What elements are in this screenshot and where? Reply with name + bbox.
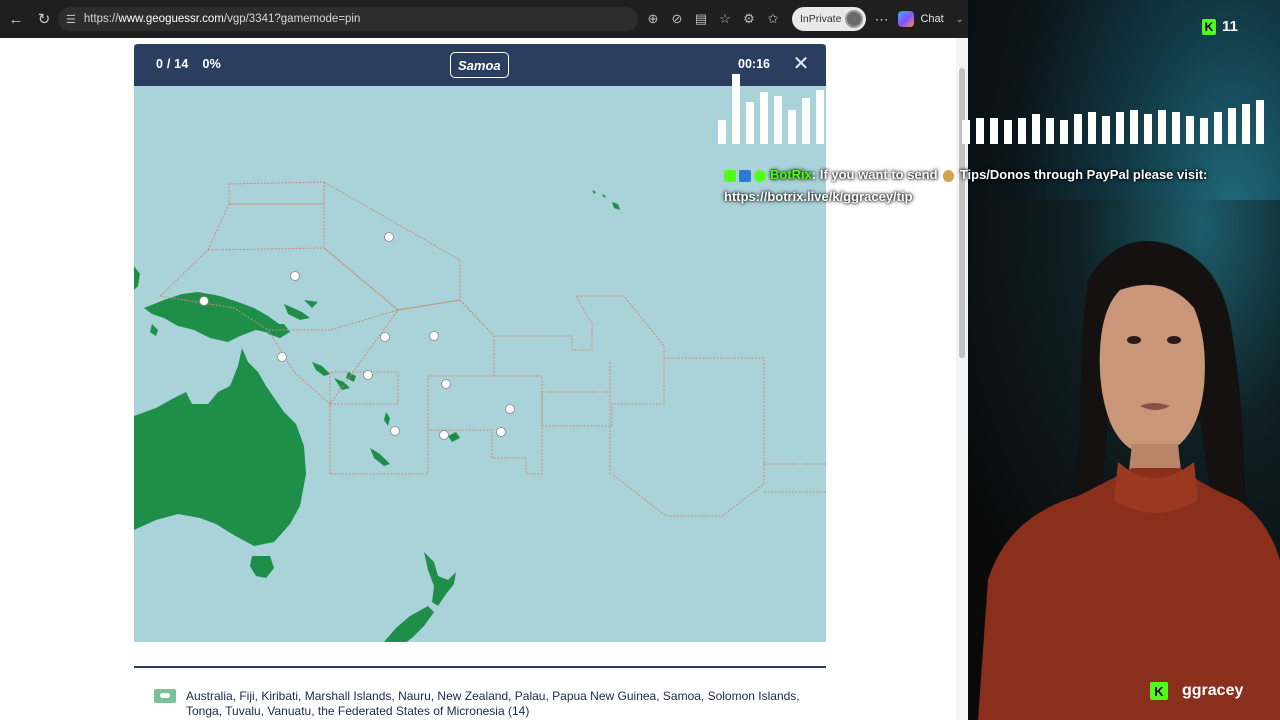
address-bar[interactable]: ☰ https://www.geoguessr.com/vgp/3341?gam… <box>58 7 638 31</box>
tracking-prevention-icon[interactable]: ⊘ <box>666 8 688 30</box>
score-count: 0 / 14 <box>156 57 189 71</box>
url-text: https://www.geoguessr.com/vgp/3341?gamem… <box>84 13 361 25</box>
pin[interactable] <box>429 331 439 341</box>
audio-visualizer <box>718 74 1264 144</box>
right-eye <box>1167 336 1181 344</box>
copilot-icon <box>898 11 915 27</box>
section-divider <box>134 666 826 668</box>
pin[interactable] <box>380 332 390 342</box>
map-flag-icon <box>154 689 176 703</box>
pin[interactable] <box>439 430 449 440</box>
score-display: 0 / 14 0% <box>156 57 221 71</box>
pin[interactable] <box>496 427 506 437</box>
countries-list-text: Australia, Fiji, Kiribati, Marshall Isla… <box>186 689 800 718</box>
reader-view-icon[interactable]: ▤ <box>690 8 712 30</box>
inprivate-badge[interactable]: InPrivate <box>792 7 867 31</box>
copilot-chat-button[interactable]: Chat ⌄ <box>898 11 963 27</box>
viewer-count-value: 11 <box>1222 18 1238 35</box>
refresh-icon: ↻ <box>37 11 51 28</box>
pin[interactable] <box>505 404 515 414</box>
inprivate-label: InPrivate <box>800 13 842 25</box>
profile-avatar <box>845 10 864 28</box>
site-info-icon[interactable]: ☰ <box>66 13 76 26</box>
chat-message: BotRix: If you want to send Tips/Donos t… <box>724 164 1264 208</box>
extensions-icon[interactable]: ⚙ <box>738 8 760 30</box>
kick-logo-icon: K <box>1202 18 1216 35</box>
left-eye <box>1127 336 1141 344</box>
pin[interactable] <box>384 232 394 242</box>
zoom-icon[interactable]: ⊕ <box>642 8 664 30</box>
back-button[interactable]: ← <box>2 5 30 33</box>
more-options-icon[interactable]: ⋯ <box>874 11 888 28</box>
chat-link: https://botrix.live/k/ggracey/tip <box>724 189 913 204</box>
chat-message-text-2: Tips/Donos through PayPal please visit: <box>959 167 1208 182</box>
arrow-left-icon: ← <box>8 10 24 28</box>
kick-badge-icon <box>724 169 736 182</box>
pin[interactable] <box>277 352 287 362</box>
verified-badge-icon <box>754 169 766 182</box>
kick-logo-icon: K <box>1150 682 1168 700</box>
money-bag-icon <box>943 169 955 182</box>
score-percent: 0% <box>202 57 221 71</box>
favorite-star-icon[interactable]: ☆ <box>714 8 736 30</box>
refresh-button[interactable]: ↻ <box>30 5 58 33</box>
ocean[interactable] <box>134 86 826 642</box>
streamer-tag: K ggracey <box>1150 682 1243 700</box>
bot-badge-icon <box>739 169 751 182</box>
url-path: /vgp/3341?gamemode=pin <box>223 13 361 25</box>
chat-badges <box>724 169 766 182</box>
pin[interactable] <box>390 426 400 436</box>
pin[interactable] <box>290 271 300 281</box>
pin[interactable] <box>199 296 209 306</box>
pin[interactable] <box>363 370 373 380</box>
viewer-count: K 11 <box>1202 18 1238 35</box>
face <box>1099 284 1205 455</box>
webcam-feed <box>968 200 1280 720</box>
visualizer-bars <box>718 74 1264 144</box>
chevron-down-icon: ⌄ <box>955 13 964 24</box>
toolbar-actions: ⊕ ⊘ ▤ ☆ ⚙ ✩ InPrivate ⋯ Chat ⌄ <box>642 5 963 33</box>
favorites-icon[interactable]: ✩ <box>762 8 784 30</box>
browser-toolbar: ← ↻ ☰ https://www.geoguessr.com/vgp/3341… <box>0 0 968 38</box>
oceania-map[interactable] <box>134 86 826 642</box>
pin[interactable] <box>441 379 451 389</box>
url-host: www.geoguessr.com <box>118 13 224 25</box>
target-country-label: Samoa <box>450 52 509 78</box>
stream-frame: ← ↻ ☰ https://www.geoguessr.com/vgp/3341… <box>0 0 1280 720</box>
chat-username: BotRix <box>770 167 812 182</box>
chat-label: Chat <box>920 13 944 25</box>
streamer-name: ggracey <box>1182 682 1244 699</box>
url-prefix: https:// <box>83 13 119 25</box>
chat-message-text: : If you want to send <box>811 167 938 182</box>
